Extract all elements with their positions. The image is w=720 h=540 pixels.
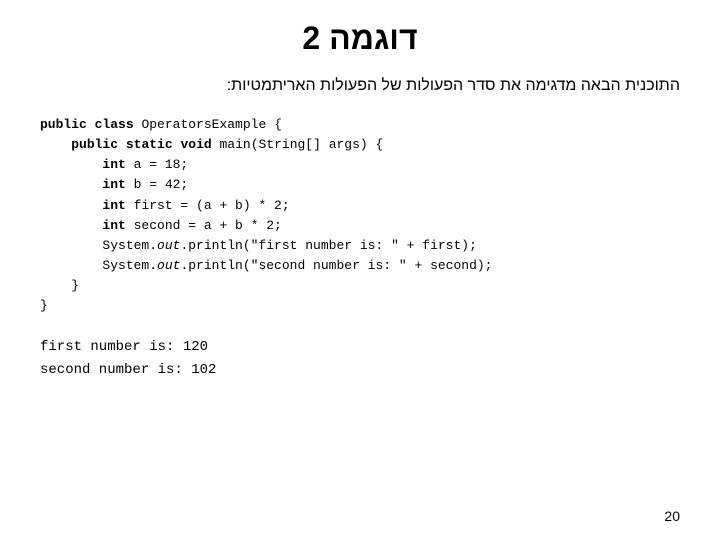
output-line2: second number is: 102 [40, 359, 680, 381]
slide-container: דוגמה 2 התוכנית הבאה מדגימה את סדר הפעול… [0, 0, 720, 540]
code-block: public class OperatorsExample { public s… [40, 115, 680, 316]
output-block: first number is: 120 second number is: 1… [40, 336, 680, 381]
slide-title: דוגמה 2 [40, 20, 680, 57]
output-line1: first number is: 120 [40, 336, 680, 358]
page-number: 20 [664, 508, 680, 524]
slide-subtitle: התוכנית הבאה מדגימה את סדר הפעולות של הפ… [40, 77, 680, 95]
